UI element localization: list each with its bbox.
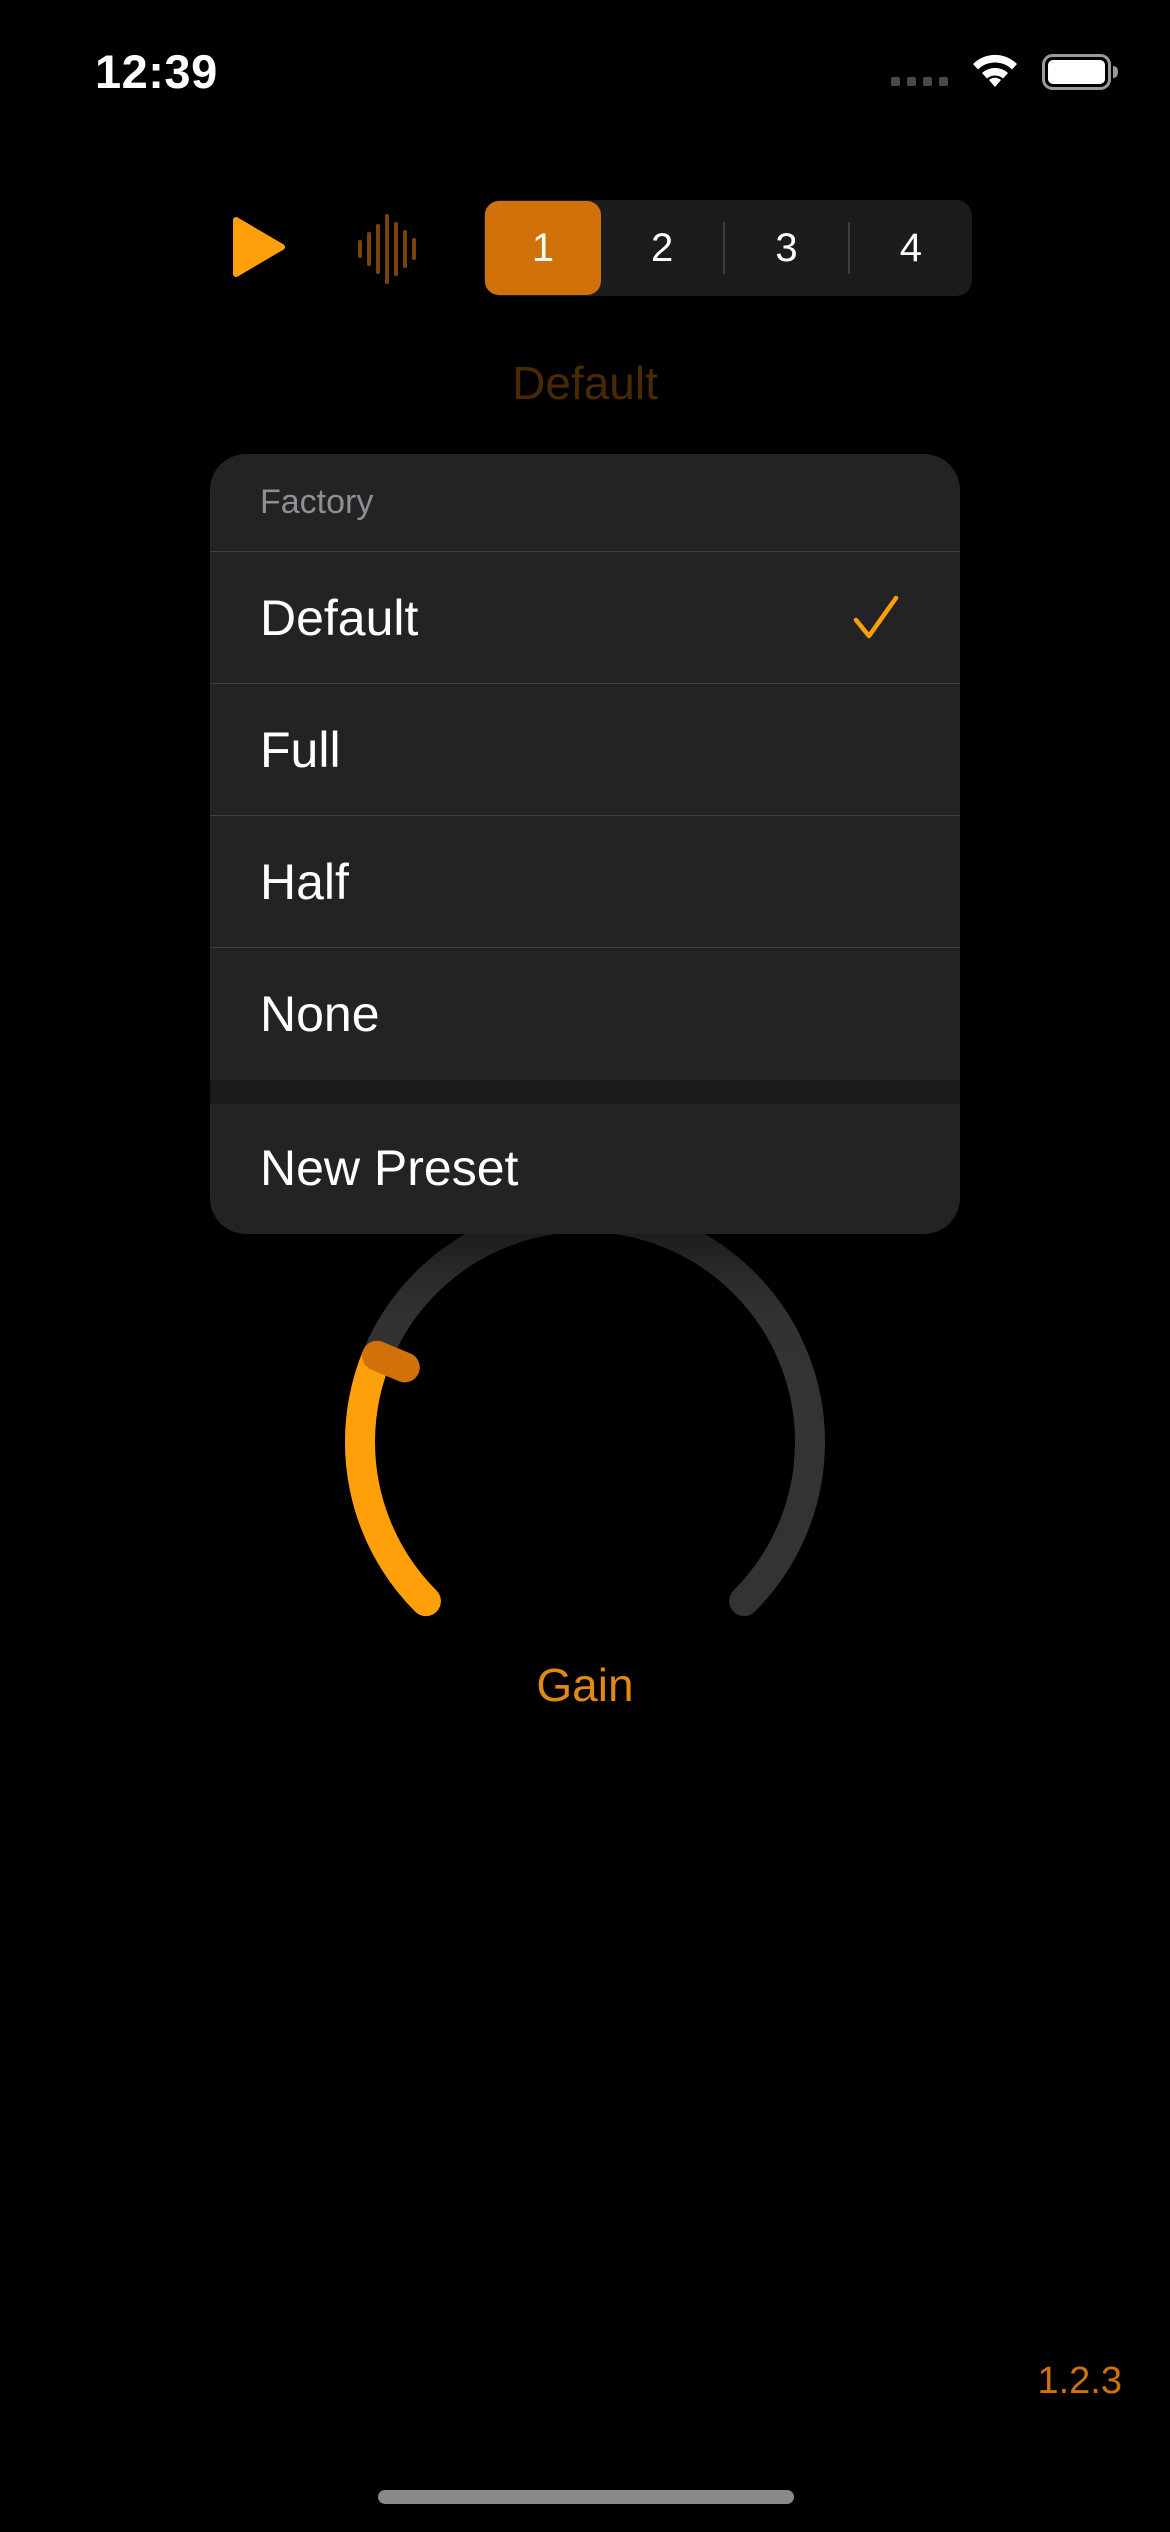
menu-item-label: None [260, 986, 380, 1042]
status-icons [891, 52, 1118, 92]
menu-item-default[interactable]: Default [210, 552, 960, 684]
knob-label: Gain [536, 1659, 634, 1711]
preset-menu: Factory Default Full Half None New Prese… [210, 454, 960, 1234]
tab-slot-2[interactable]: 2 [601, 200, 723, 296]
tab-slot-4[interactable]: 4 [850, 200, 972, 296]
menu-item-label: Half [260, 853, 349, 910]
menu-item-label: Full [260, 721, 341, 778]
knob-value-arc [345, 1340, 441, 1617]
battery-icon [1042, 53, 1118, 91]
waveform-icon[interactable] [356, 214, 422, 284]
wifi-icon [970, 53, 1020, 91]
knob-track [345, 1202, 825, 1617]
tab-slot-1-label: 1 [531, 225, 555, 270]
preset-slot-selector: 1 2 3 4 [484, 200, 972, 296]
signal-icon [891, 54, 948, 90]
menu-item-label: Default [260, 589, 419, 646]
gain-knob[interactable] [320, 1200, 850, 1660]
new-preset-label: New Preset [260, 1140, 519, 1196]
tab-slot-3-label: 3 [775, 225, 798, 270]
menu-item-none[interactable]: None [210, 948, 960, 1080]
tab-slot-4-label: 4 [899, 225, 922, 270]
checkmark-icon [852, 594, 900, 642]
menu-item-full[interactable]: Full [210, 684, 960, 816]
knob-indicator [362, 1340, 420, 1383]
tab-slot-1[interactable]: 1 [485, 201, 601, 295]
preset-name-button[interactable]: Default [0, 356, 1170, 410]
menu-item-half[interactable]: Half [210, 816, 960, 948]
screen: 12:39 1 2 3 4 Default Gain Factory Defau… [0, 0, 1170, 2532]
menu-separator [210, 1080, 960, 1104]
new-preset-button[interactable]: New Preset [210, 1104, 960, 1232]
play-icon[interactable] [228, 212, 290, 282]
tab-slot-2-label: 2 [651, 225, 674, 270]
menu-section-title: Factory [210, 454, 960, 552]
tab-slot-3[interactable]: 3 [725, 200, 847, 296]
status-time: 12:39 [95, 45, 218, 98]
version-label: 1.2.3 [1037, 2360, 1122, 2402]
home-indicator[interactable] [378, 2490, 794, 2504]
